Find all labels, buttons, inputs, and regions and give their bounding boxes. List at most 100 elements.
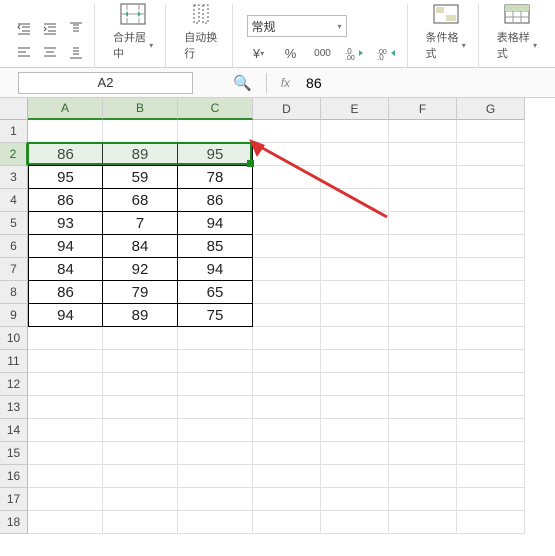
cell-C1[interactable] [178, 120, 253, 143]
row-header-16[interactable]: 16 [0, 465, 28, 488]
select-all-corner[interactable] [0, 98, 28, 120]
merge-center-button[interactable]: 合并居中▾ [109, 0, 157, 63]
worksheet-grid[interactable]: ABCDEFG 123456789101112131415161718 8689… [0, 98, 555, 556]
align-bottom-icon[interactable] [66, 43, 86, 63]
cell-F13[interactable] [389, 396, 457, 419]
cell-E10[interactable] [321, 327, 389, 350]
cell-D3[interactable] [253, 166, 321, 189]
cell-G17[interactable] [457, 488, 525, 511]
row-header-5[interactable]: 5 [0, 212, 28, 235]
cell-E16[interactable] [321, 465, 389, 488]
cell-F3[interactable] [389, 166, 457, 189]
cell-B8[interactable]: 79 [103, 281, 178, 304]
cell-A1[interactable] [28, 120, 103, 143]
cell-G5[interactable] [457, 212, 525, 235]
cell-A13[interactable] [28, 396, 103, 419]
zoom-lens-icon[interactable]: 🔍 [233, 74, 252, 92]
cell-E5[interactable] [321, 212, 389, 235]
cell-F1[interactable] [389, 120, 457, 143]
col-header-F[interactable]: F [389, 98, 457, 120]
cell-C18[interactable] [178, 511, 253, 534]
cell-G13[interactable] [457, 396, 525, 419]
cell-G8[interactable] [457, 281, 525, 304]
col-header-C[interactable]: C [178, 98, 253, 120]
cell-A8[interactable]: 86 [28, 281, 103, 304]
cell-C17[interactable] [178, 488, 253, 511]
cell-G12[interactable] [457, 373, 525, 396]
cell-G1[interactable] [457, 120, 525, 143]
cell-C12[interactable] [178, 373, 253, 396]
cell-G6[interactable] [457, 235, 525, 258]
align-top-icon[interactable] [66, 19, 86, 39]
decrease-indent-icon[interactable] [14, 19, 34, 39]
cell-F18[interactable] [389, 511, 457, 534]
cell-C16[interactable] [178, 465, 253, 488]
cell-E13[interactable] [321, 396, 389, 419]
cell-E17[interactable] [321, 488, 389, 511]
cell-D15[interactable] [253, 442, 321, 465]
fx-icon[interactable]: fx [281, 76, 290, 90]
decrease-decimal-button[interactable]: .00.0 [375, 43, 399, 63]
cell-E6[interactable] [321, 235, 389, 258]
cell-C3[interactable]: 78 [178, 166, 253, 189]
row-header-18[interactable]: 18 [0, 511, 28, 534]
cell-B4[interactable]: 68 [103, 189, 178, 212]
cell-D13[interactable] [253, 396, 321, 419]
cell-B10[interactable] [103, 327, 178, 350]
table-style-button[interactable]: 表格样式▾ [493, 0, 541, 63]
cell-B2[interactable]: 89 [103, 143, 178, 166]
cell-C5[interactable]: 94 [178, 212, 253, 235]
cell-D4[interactable] [253, 189, 321, 212]
cell-D8[interactable] [253, 281, 321, 304]
cell-B16[interactable] [103, 465, 178, 488]
currency-button[interactable]: ¥▾ [247, 43, 271, 63]
cell-G15[interactable] [457, 442, 525, 465]
row-header-10[interactable]: 10 [0, 327, 28, 350]
cell-F10[interactable] [389, 327, 457, 350]
col-header-E[interactable]: E [321, 98, 389, 120]
cell-A12[interactable] [28, 373, 103, 396]
row-header-8[interactable]: 8 [0, 281, 28, 304]
cell-E3[interactable] [321, 166, 389, 189]
cell-E18[interactable] [321, 511, 389, 534]
cell-A10[interactable] [28, 327, 103, 350]
cell-F11[interactable] [389, 350, 457, 373]
col-header-B[interactable]: B [103, 98, 178, 120]
col-header-A[interactable]: A [28, 98, 103, 120]
cell-A2[interactable]: 86 [28, 143, 103, 166]
cell-D11[interactable] [253, 350, 321, 373]
cell-C10[interactable] [178, 327, 253, 350]
row-header-1[interactable]: 1 [0, 120, 28, 143]
cell-C15[interactable] [178, 442, 253, 465]
cell-E7[interactable] [321, 258, 389, 281]
formula-input[interactable] [298, 72, 555, 94]
cell-F15[interactable] [389, 442, 457, 465]
cell-C7[interactable]: 94 [178, 258, 253, 281]
row-header-2[interactable]: 2 [0, 143, 28, 166]
percent-button[interactable]: % [279, 43, 303, 63]
row-header-17[interactable]: 17 [0, 488, 28, 511]
cell-D2[interactable] [253, 143, 321, 166]
cell-G3[interactable] [457, 166, 525, 189]
cell-E12[interactable] [321, 373, 389, 396]
cell-C11[interactable] [178, 350, 253, 373]
cell-F9[interactable] [389, 304, 457, 327]
cell-A15[interactable] [28, 442, 103, 465]
cell-C4[interactable]: 86 [178, 189, 253, 212]
cell-B14[interactable] [103, 419, 178, 442]
cell-G2[interactable] [457, 143, 525, 166]
cell-E4[interactable] [321, 189, 389, 212]
row-header-7[interactable]: 7 [0, 258, 28, 281]
cell-B12[interactable] [103, 373, 178, 396]
cell-B15[interactable] [103, 442, 178, 465]
cell-B6[interactable]: 84 [103, 235, 178, 258]
cell-B18[interactable] [103, 511, 178, 534]
cell-B3[interactable]: 59 [103, 166, 178, 189]
cell-B7[interactable]: 92 [103, 258, 178, 281]
row-header-13[interactable]: 13 [0, 396, 28, 419]
cell-F6[interactable] [389, 235, 457, 258]
cell-B13[interactable] [103, 396, 178, 419]
align-center-icon[interactable] [40, 43, 60, 63]
cell-A17[interactable] [28, 488, 103, 511]
cell-F4[interactable] [389, 189, 457, 212]
